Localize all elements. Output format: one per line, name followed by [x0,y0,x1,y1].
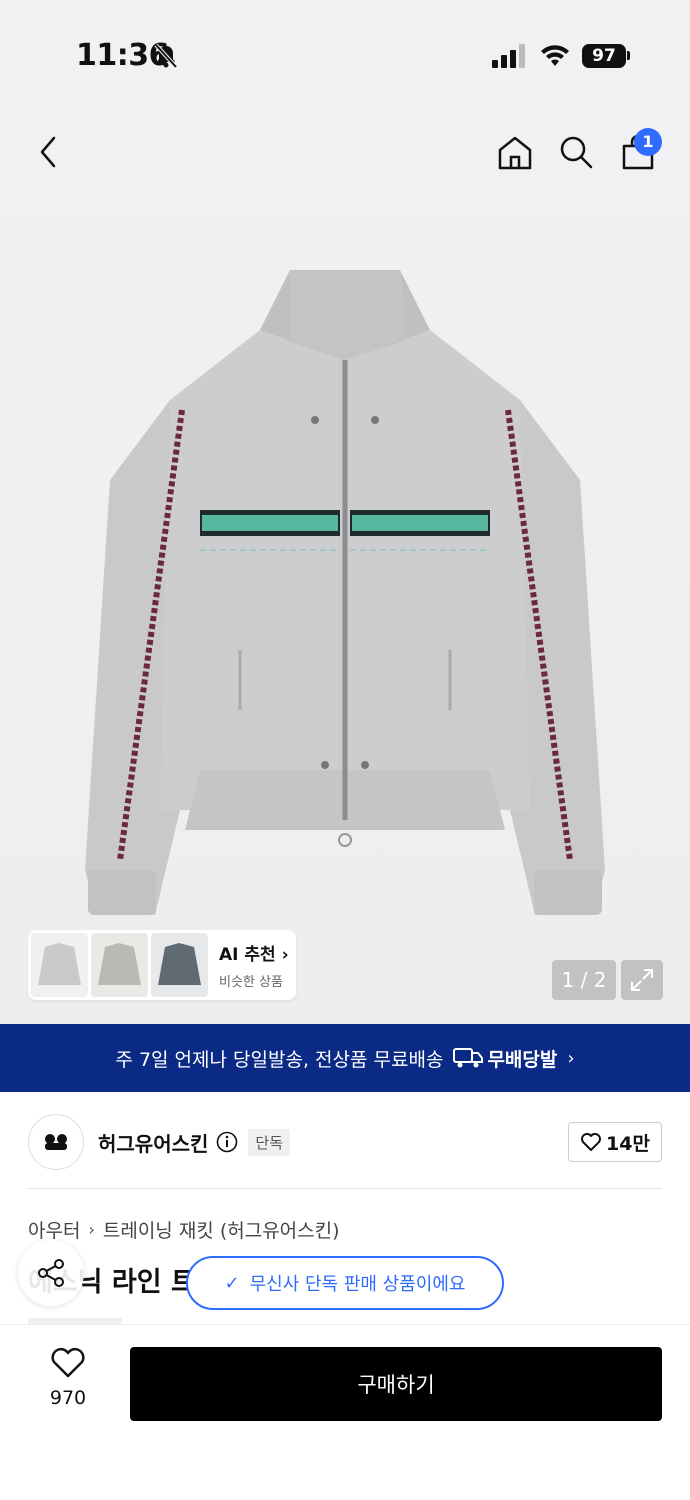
exclusive-tag: 단독 [248,1128,291,1156]
breadcrumb-subcategory[interactable]: 트레이닝 재킷 (허그유어스킨) [103,1216,340,1243]
status-bar: 11:36 97 [0,0,690,110]
ai-title: AI 추천 › [219,945,289,965]
chevron-right-icon: › [88,1220,95,1239]
share-icon [38,1259,64,1287]
product-image[interactable] [60,250,630,950]
ai-recommendation-panel[interactable]: AI 추천 › 비슷한 상품 [28,930,296,1000]
promo-badge: 무배당발 [453,1045,557,1072]
expand-button[interactable] [621,960,663,1000]
breadcrumb: 아우터 › 트레이닝 재킷 (허그유어스킨) [28,1216,340,1243]
ai-subtitle: 비슷한 상품 [219,975,283,990]
cart-count-badge: 1 [634,128,662,156]
chevron-right-icon: › [281,945,289,965]
battery-indicator: 97 [582,44,626,68]
brand-name[interactable]: 허그유어스킨 [98,1128,208,1157]
ai-thumb-1[interactable] [31,933,88,997]
signal-icon [492,44,525,68]
exclusive-sale-toast: ✓ 무신사 단독 판매 상품이에요 [186,1256,504,1310]
check-icon: ✓ [224,1272,240,1294]
bottom-action-bar: 970 구매하기 [0,1324,690,1500]
info-icon[interactable] [216,1131,238,1153]
bell-off-icon [154,43,178,69]
brand-like-button[interactable]: 14만 [568,1122,662,1162]
delivery-promo-banner[interactable]: 주 7일 언제나 당일발송, 전상품 무료배송 무배당발 › [0,1024,690,1092]
home-icon[interactable] [494,130,536,174]
battery-cap [627,51,630,60]
divider [28,1188,662,1189]
image-counter: 1 / 2 [552,960,616,1000]
brand-logo[interactable] [28,1114,84,1170]
promo-text: 주 7일 언제나 당일발송, 전상품 무료배송 [115,1048,444,1071]
expand-icon [631,969,653,991]
ai-thumb-2[interactable] [91,933,148,997]
wishlist-count: 970 [49,1387,87,1409]
buy-button[interactable]: 구매하기 [130,1347,662,1421]
toast-text: 무신사 단독 판매 상품이에요 [249,1274,466,1295]
search-icon[interactable] [556,130,596,174]
product-gallery[interactable]: 1 AI 추천 › 비슷한 상품 1 / 2 [0,110,690,1024]
ai-thumb-3[interactable] [151,933,208,997]
share-button[interactable] [18,1240,84,1306]
brand-like-count: 14만 [606,1132,650,1155]
wishlist-button[interactable]: 970 [40,1347,96,1419]
wifi-icon [541,45,569,66]
back-icon[interactable] [30,130,70,174]
breadcrumb-category[interactable]: 아우터 [28,1216,80,1243]
heart-icon [581,1133,602,1151]
brand-logo-mark [45,1134,67,1150]
truck-icon [453,1048,484,1068]
brand-row: 허그유어스킨 단독 14만 [28,1112,662,1172]
chevron-right-icon: › [567,1047,575,1069]
heart-icon [51,1348,85,1378]
